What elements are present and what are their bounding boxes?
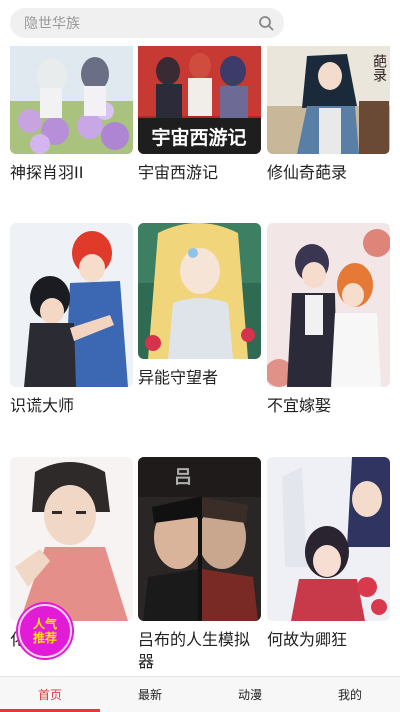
comic-cover[interactable] — [10, 46, 133, 154]
comic-card[interactable]: 识谎大师 — [10, 223, 133, 417]
search-input[interactable]: 隐世华族 — [24, 13, 258, 33]
cover-title-text: 葩录 — [371, 54, 387, 82]
bottom-tab-bar: 首页 最新 动漫 我的 — [0, 676, 400, 712]
comic-card[interactable]: 不宜嫁娶 — [267, 223, 390, 417]
comic-cover[interactable] — [267, 223, 390, 387]
tab-anime[interactable]: 动漫 — [200, 677, 300, 712]
comic-title[interactable]: 不宜嫁娶 — [267, 395, 390, 417]
tab-home[interactable]: 首页 — [0, 677, 100, 712]
badge-line: 推荐 — [32, 631, 57, 645]
tab-mine[interactable]: 我的 — [300, 677, 400, 712]
comic-cover[interactable] — [10, 223, 133, 387]
comic-cover[interactable] — [267, 457, 390, 621]
comic-cover[interactable] — [138, 223, 261, 359]
comic-cover[interactable] — [10, 457, 133, 621]
badge-line: 人气 — [32, 617, 57, 631]
comic-title[interactable]: 宇宙西游记 — [138, 162, 261, 184]
comic-card[interactable]: 葩录 修仙奇葩录 — [267, 46, 390, 184]
search-bar[interactable]: 隐世华族 — [10, 8, 284, 38]
cover-title-text: 吕 — [174, 467, 192, 488]
comic-title[interactable]: 吕布的人生模拟器 — [138, 629, 261, 673]
comic-title[interactable]: 异能守望者 — [138, 367, 261, 389]
comic-title[interactable]: 神探肖羽II — [10, 162, 133, 184]
comic-card[interactable]: 宇宙西游记 宇宙西游记 — [138, 46, 261, 184]
comic-title[interactable]: 修仙奇葩录 — [267, 162, 390, 184]
comic-card[interactable]: 吕 吕布的人生模拟器 — [138, 457, 261, 673]
comic-cover[interactable]: 宇宙西游记 — [138, 46, 261, 154]
cover-title-text: 宇宙西游记 — [151, 126, 246, 149]
comic-card[interactable]: 何故为卿狂 — [267, 457, 390, 651]
tab-latest[interactable]: 最新 — [100, 677, 200, 712]
comic-title[interactable]: 何故为卿狂 — [267, 629, 390, 651]
comic-grid: 神探肖羽II 宇宙西游记 宇宙西游记 葩录 修仙奇葩录 识谎大师 异能守望者 不… — [0, 0, 400, 676]
comic-card[interactable]: 神探肖羽II — [10, 46, 133, 184]
search-icon[interactable] — [258, 15, 274, 31]
comic-title[interactable]: 识谎大师 — [10, 395, 133, 417]
comic-card[interactable]: 异能守望者 — [138, 223, 261, 389]
comic-cover[interactable]: 葩录 — [267, 46, 390, 154]
popular-recommend-badge[interactable]: 人气 推荐 — [18, 604, 72, 658]
comic-cover[interactable]: 吕 — [138, 457, 261, 621]
